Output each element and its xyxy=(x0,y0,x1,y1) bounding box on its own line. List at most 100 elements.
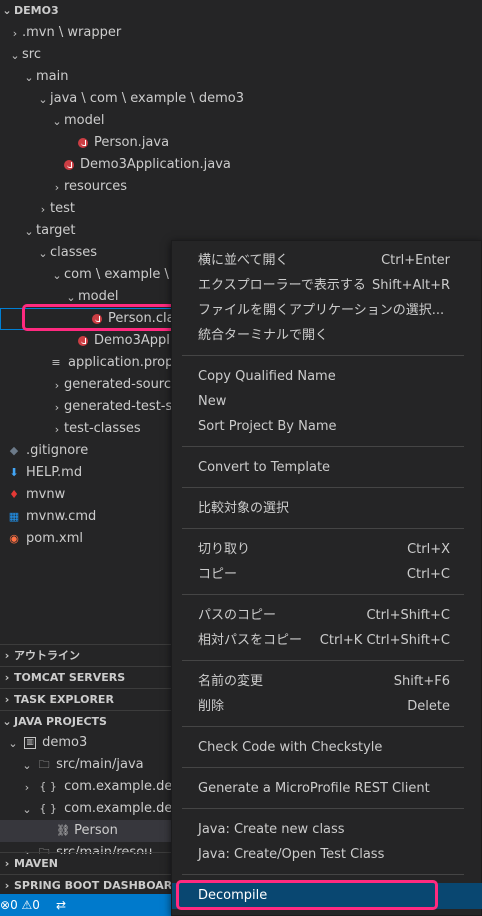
chevron-right-icon: › xyxy=(4,693,10,706)
tree-item[interactable]: ⌄ java \ com \ example \ demo3 xyxy=(0,88,482,110)
tree-item[interactable]: ⌄ src xyxy=(0,44,482,66)
menu-item-label: ファイルを開くアプリケーションの選択... xyxy=(198,303,445,318)
java-file-icon xyxy=(64,160,74,170)
menu-separator xyxy=(182,355,464,356)
chevron-down-icon: ⌄ xyxy=(52,268,62,282)
context-menu-item[interactable]: ファイルを開くアプリケーションの選択... xyxy=(172,298,482,324)
menu-item-label: Generate a MicroProfile REST Client xyxy=(198,781,430,796)
problems-indicator[interactable]: ⊗0 ⚠0 xyxy=(0,894,40,916)
java-file-icon xyxy=(78,138,88,148)
context-menu-item[interactable]: 統合ターミナルで開く xyxy=(172,323,482,349)
menu-separator xyxy=(182,528,464,529)
tree-item-label: Demo3Application.java xyxy=(80,157,231,172)
menu-item-label: Java: Create new class xyxy=(198,822,345,837)
chevron-right-icon: › xyxy=(12,26,18,40)
menu-item-label: 統合ターミナルで開く xyxy=(198,328,329,343)
chevron-down-icon: ⌄ xyxy=(2,715,12,728)
git-file-icon: ◆ xyxy=(9,444,19,457)
context-menu-item[interactable]: コピー Ctrl+C xyxy=(172,562,482,588)
tree-item[interactable]: › resources xyxy=(0,176,482,198)
chevron-down-icon: ⌄ xyxy=(24,224,34,238)
menu-item-label: 横に並べて開く xyxy=(198,253,289,268)
menu-separator xyxy=(182,487,464,488)
chevron-down-icon: ⌄ xyxy=(22,758,32,772)
context-menu-item[interactable]: パスのコピー Ctrl+Shift+C xyxy=(172,603,482,629)
tree-item[interactable]: › .mvn \ wrapper xyxy=(0,22,482,44)
menu-item-label: 削除 xyxy=(198,699,225,714)
highlight-decompile xyxy=(176,880,438,910)
context-menu-item[interactable]: Sort Project By Name xyxy=(172,414,482,440)
menu-item-label: Check Code with Checkstyle xyxy=(198,740,383,755)
menu-item-shortcut: Ctrl+X xyxy=(407,542,450,557)
windows-file-icon: ▦ xyxy=(8,510,20,523)
tree-item[interactable]: Person.java xyxy=(0,132,482,154)
project-icon: ▥ xyxy=(24,737,37,749)
tree-item-label: .gitignore xyxy=(26,443,89,458)
tree-item-label: model xyxy=(78,289,119,304)
tree-item-label: test xyxy=(50,201,75,216)
menu-item-label: 名前の変更 xyxy=(198,674,264,689)
menu-item-shortcut: Ctrl+C xyxy=(406,567,450,582)
context-menu-item[interactable]: 名前の変更 Shift+F6 xyxy=(172,669,482,695)
menu-item-label: パスのコピー xyxy=(198,608,277,623)
highlight-person-class xyxy=(22,304,187,331)
chevron-right-icon: › xyxy=(4,671,10,684)
tree-item-label: Person.java xyxy=(94,135,170,150)
context-menu-item[interactable]: New xyxy=(172,389,482,415)
java-project-label: demo3 xyxy=(42,735,88,750)
tree-item[interactable]: ⌄ main xyxy=(0,66,482,88)
tree-item[interactable]: Demo3Application.java xyxy=(0,154,482,176)
context-menu-item[interactable]: エクスプローラーで表示する Shift+Alt+R xyxy=(172,273,482,299)
context-menu-item[interactable]: 切り取り Ctrl+X xyxy=(172,537,482,563)
tree-item-label: model xyxy=(64,113,105,128)
context-menu-item[interactable]: 削除 Delete xyxy=(172,694,482,720)
chevron-right-icon: › xyxy=(24,780,30,794)
tree-item[interactable]: ⌄ model xyxy=(0,110,482,132)
tree-item[interactable]: › test xyxy=(0,198,482,220)
context-menu-item[interactable]: Convert to Template xyxy=(172,455,482,481)
live-share-icon[interactable]: ⇄ xyxy=(56,894,66,916)
chevron-down-icon: ⌄ xyxy=(38,92,48,106)
menu-item-label: 相対パスをコピー xyxy=(198,633,303,648)
folder-icon: 🗀 xyxy=(38,758,50,771)
menu-item-label: Java: Create/Open Test Class xyxy=(198,847,385,862)
tree-item-label: test-classes xyxy=(64,421,141,436)
chevron-down-icon: ⌄ xyxy=(10,48,20,62)
tree-item-label: target xyxy=(36,223,76,238)
menu-item-label: エクスプローラーで表示する xyxy=(198,278,366,293)
explorer-root-header[interactable]: ⌄ DEMO3 xyxy=(0,0,482,22)
chevron-right-icon: › xyxy=(54,378,60,392)
menu-item-label: 切り取り xyxy=(198,542,251,557)
chevron-down-icon: ⌄ xyxy=(52,114,62,128)
context-menu-item[interactable]: 横に並べて開く Ctrl+Enter xyxy=(172,248,482,274)
package-icon: { } xyxy=(39,802,57,815)
error-icon: ⊗ xyxy=(0,898,11,912)
menu-item-label: Convert to Template xyxy=(198,460,331,475)
context-menu: 横に並べて開く Ctrl+Enter エクスプローラーで表示する Shift+Alt+… xyxy=(171,240,482,916)
context-menu-item[interactable]: Java: Create new class xyxy=(172,817,482,843)
menu-item-shortcut: Ctrl+Shift+C xyxy=(366,608,450,623)
menu-item-label: New xyxy=(198,394,227,409)
menu-item-label: Sort Project By Name xyxy=(198,419,337,434)
menu-item-label: Copy Qualified Name xyxy=(198,369,336,384)
chevron-down-icon: ⌄ xyxy=(24,70,34,84)
tree-item-label: .mvn \ wrapper xyxy=(22,25,122,40)
tree-item-label: java \ com \ example \ demo3 xyxy=(50,91,245,106)
context-menu-item[interactable]: Generate a MicroProfile REST Client xyxy=(172,776,482,802)
tree-item[interactable]: ⌄ target xyxy=(0,220,482,242)
tree-item-label: resources xyxy=(64,179,128,194)
tree-item-label: classes xyxy=(50,245,98,260)
markdown-file-icon: ⬇ xyxy=(9,466,19,479)
context-menu-item[interactable]: Copy Qualified Name xyxy=(172,364,482,390)
context-menu-item[interactable]: 比較対象の選択 xyxy=(172,496,482,522)
chevron-down-icon: ⌄ xyxy=(38,246,48,260)
menu-separator xyxy=(182,660,464,661)
context-menu-item[interactable]: Java: Create/Open Test Class xyxy=(172,842,482,868)
chevron-right-icon: › xyxy=(4,857,10,870)
package-icon: { } xyxy=(39,780,57,793)
context-menu-item[interactable]: Check Code with Checkstyle xyxy=(172,735,482,761)
chevron-right-icon: › xyxy=(54,400,60,414)
menu-item-shortcut: Delete xyxy=(407,699,450,714)
chevron-right-icon: › xyxy=(4,649,10,662)
context-menu-item[interactable]: 相対パスをコピー Ctrl+K Ctrl+Shift+C xyxy=(172,628,482,654)
